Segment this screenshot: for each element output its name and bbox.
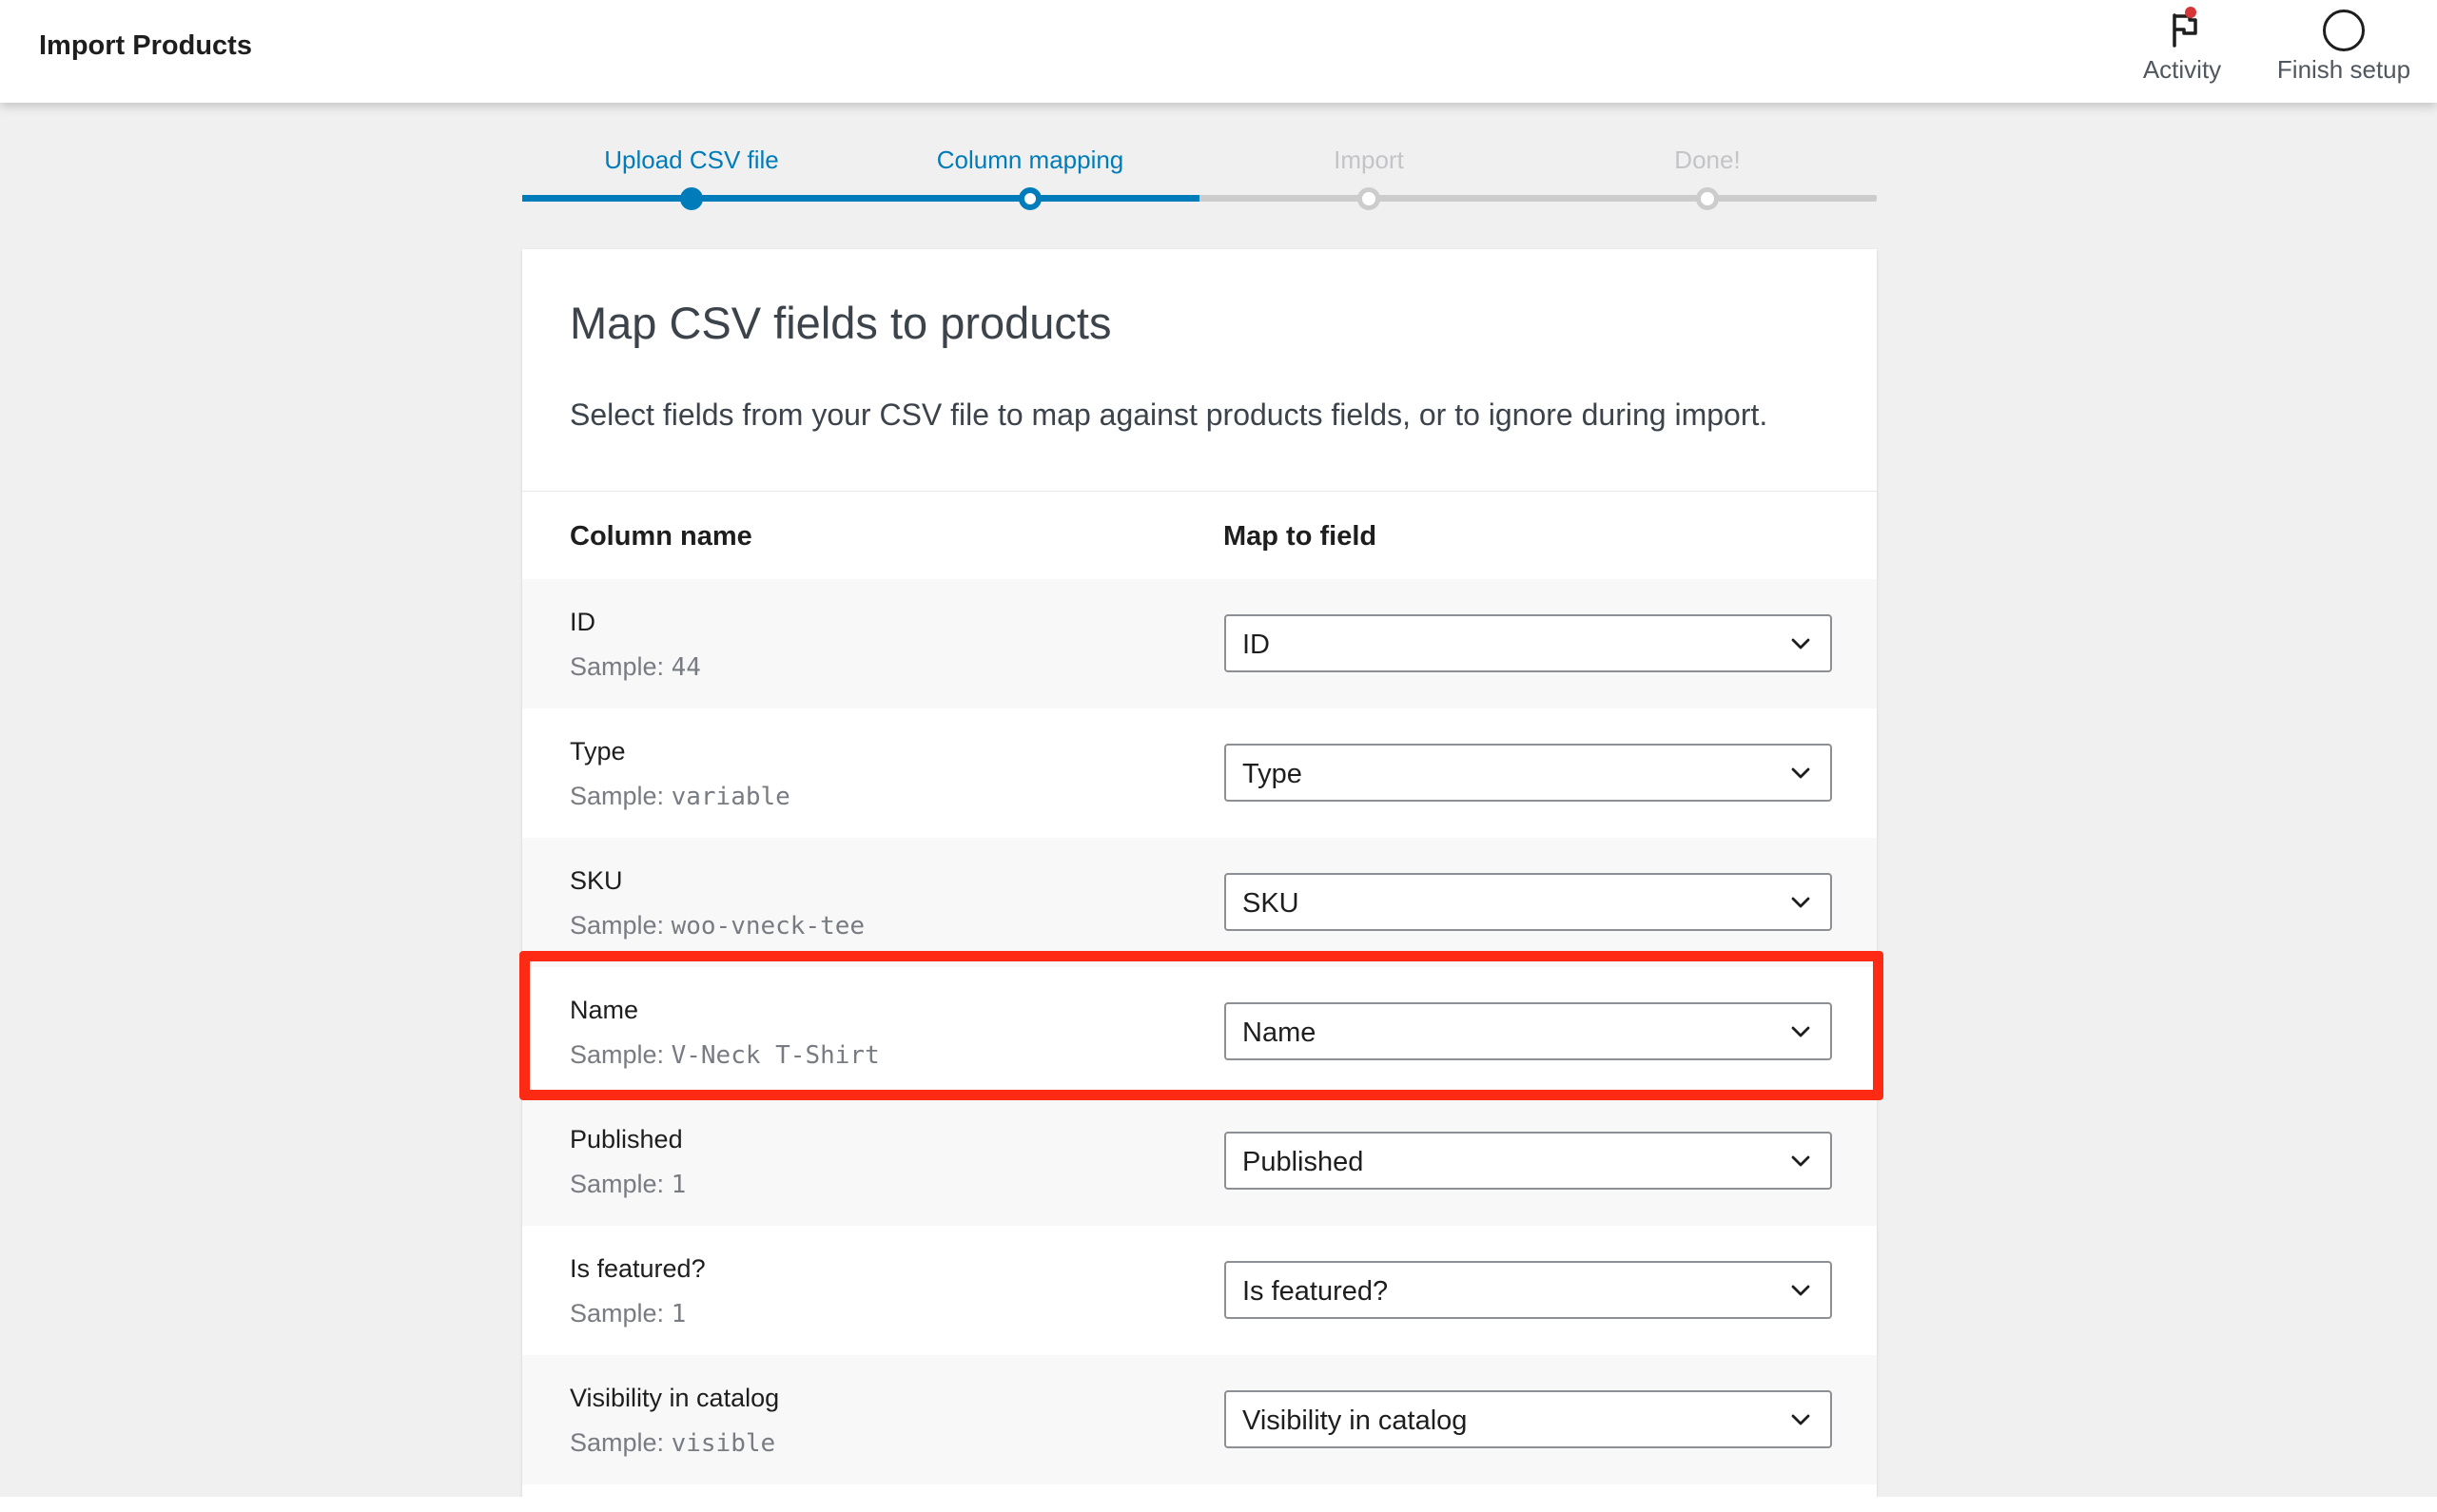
select-value: SKU xyxy=(1242,888,1299,919)
step-dot-done xyxy=(1696,187,1719,210)
progress-circle-icon xyxy=(2315,0,2372,59)
select-value: ID xyxy=(1242,630,1270,660)
select-value: Name xyxy=(1242,1018,1316,1048)
map-field-select[interactable]: ID xyxy=(1224,614,1832,672)
map-field-select[interactable]: Name xyxy=(1224,1002,1832,1060)
card-description: Select fields from your CSV file to map … xyxy=(570,397,1768,432)
flag-icon xyxy=(2154,0,2211,59)
map-field-select[interactable]: Published xyxy=(1224,1132,1832,1190)
table-row: Published Sample: 1 Published xyxy=(522,1096,1877,1226)
step-column-mapping[interactable]: Column mapping xyxy=(859,143,1201,177)
step-done: Done! xyxy=(1674,145,1741,174)
step-upload-csv[interactable]: Upload CSV file xyxy=(520,143,863,177)
csv-column-name: Published xyxy=(570,1125,683,1153)
page-title: Import Products xyxy=(39,30,252,61)
card-header: Map CSV fields to products Select fields… xyxy=(522,249,1877,492)
map-field-select[interactable]: Visibility in catalog xyxy=(1224,1390,1832,1448)
csv-sample: Sample: 1 xyxy=(570,1170,687,1199)
chevron-down-icon xyxy=(1791,767,1810,779)
top-header: Import Products Activity Finish setup xyxy=(0,0,2437,103)
activity-label: Activity xyxy=(2142,55,2222,84)
notification-dot xyxy=(2185,7,2196,18)
progress-fill xyxy=(522,195,1199,202)
csv-sample: Sample: woo-vneck-tee xyxy=(570,911,866,940)
table-row: Type Sample: variable Type xyxy=(522,708,1877,838)
chevron-down-icon xyxy=(1791,1285,1810,1296)
screen: Import Products Activity Finish setup Up… xyxy=(0,0,2437,1497)
chevron-down-icon xyxy=(1791,638,1810,649)
finish-setup-label: Finish setup xyxy=(2276,55,2411,84)
table-row: SKU Sample: woo-vneck-tee SKU xyxy=(522,838,1877,967)
select-value: Is featured? xyxy=(1242,1276,1389,1307)
import-stepper: Upload CSV file Column mapping Import Do… xyxy=(520,133,1877,210)
select-value: Published xyxy=(1242,1147,1364,1177)
chevron-down-icon xyxy=(1791,897,1810,908)
csv-column-name: Name xyxy=(570,996,639,1024)
finish-setup-button[interactable]: Finish setup xyxy=(2268,0,2420,103)
progress-track xyxy=(522,195,1877,202)
csv-column-name: Type xyxy=(570,737,626,766)
step-dot-import xyxy=(1357,187,1380,210)
csv-sample: Sample: 1 xyxy=(570,1299,687,1328)
activity-button[interactable]: Activity xyxy=(2127,0,2237,103)
step-import: Import xyxy=(1334,145,1404,174)
table-row: Visibility in catalog Sample: visible Vi… xyxy=(522,1355,1877,1484)
column-name-header: Column name xyxy=(570,521,752,552)
csv-sample: Sample: visible xyxy=(570,1428,776,1458)
csv-sample: Sample: V-Neck T-Shirt xyxy=(570,1040,880,1070)
map-to-field-header: Map to field xyxy=(1223,521,1377,552)
csv-column-name: Visibility in catalog xyxy=(570,1384,780,1412)
csv-column-name: SKU xyxy=(570,866,623,895)
select-value: Type xyxy=(1242,759,1302,789)
csv-sample: Sample: 44 xyxy=(570,652,701,682)
chevron-down-icon xyxy=(1791,1026,1810,1037)
csv-sample: Sample: variable xyxy=(570,782,790,811)
csv-column-name: ID xyxy=(570,608,595,636)
mapping-table-header: Column name Map to field xyxy=(522,492,1877,579)
map-field-select[interactable]: Is featured? xyxy=(1224,1261,1832,1319)
step-dot-mapping xyxy=(1019,187,1042,210)
select-value: Visibility in catalog xyxy=(1242,1405,1468,1436)
chevron-down-icon xyxy=(1791,1414,1810,1425)
table-row: Name Sample: V-Neck T-Shirt Name xyxy=(522,967,1877,1096)
chevron-down-icon xyxy=(1791,1155,1810,1167)
map-field-select[interactable]: SKU xyxy=(1224,873,1832,931)
step-dot-upload xyxy=(680,187,703,210)
mapping-card: Map CSV fields to products Select fields… xyxy=(522,249,1877,1497)
csv-column-name: Is featured? xyxy=(570,1254,706,1283)
card-title: Map CSV fields to products xyxy=(570,298,1112,348)
table-row: Is featured? Sample: 1 Is featured? xyxy=(522,1226,1877,1355)
table-row: ID Sample: 44 ID xyxy=(522,579,1877,708)
map-field-select[interactable]: Type xyxy=(1224,744,1832,802)
